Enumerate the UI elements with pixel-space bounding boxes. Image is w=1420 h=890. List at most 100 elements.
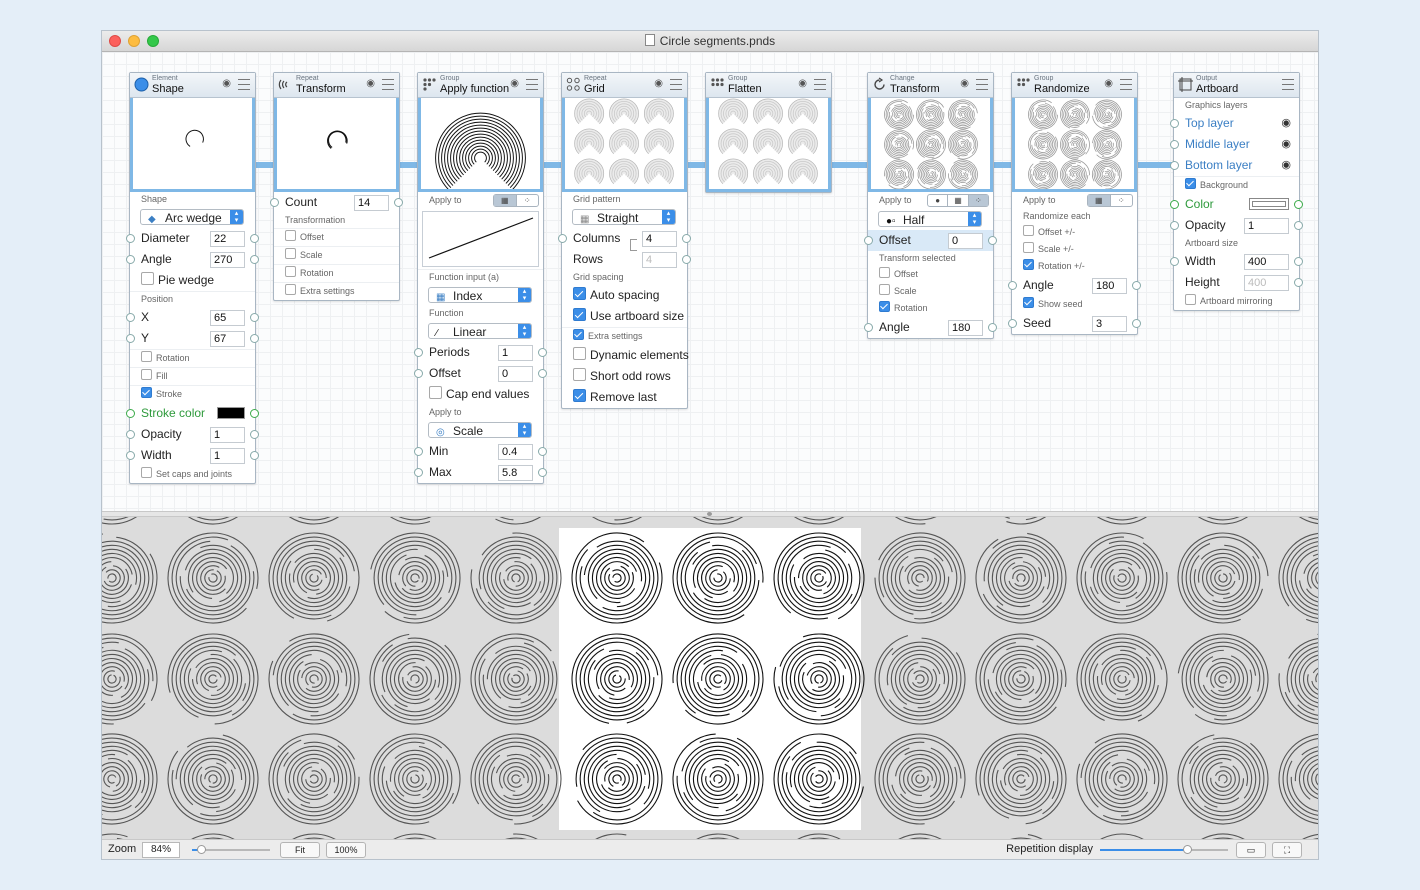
count-field[interactable]: 14	[354, 195, 389, 211]
show-seed-checkbox[interactable]	[1023, 297, 1034, 308]
background-checkbox[interactable]	[1185, 178, 1196, 189]
angle-field[interactable]: 180	[948, 320, 983, 336]
eye-icon[interactable]: ◉	[510, 78, 519, 89]
menu-icon[interactable]	[1282, 79, 1294, 90]
caps-checkbox[interactable]	[141, 467, 152, 478]
input-port[interactable]	[126, 334, 135, 343]
apply-to-segmented[interactable]: ▦ ⁘	[1087, 194, 1133, 207]
rows-field[interactable]: 4	[642, 252, 677, 268]
fill-checkbox[interactable]	[141, 369, 152, 380]
min-field[interactable]: 0.4	[498, 444, 533, 460]
periods-field[interactable]: 1	[498, 345, 533, 361]
auto-spacing-row[interactable]: Auto spacing	[562, 285, 687, 306]
r-rotation-row[interactable]: Rotation +/-	[1012, 258, 1137, 275]
r-scale-checkbox[interactable]	[1023, 242, 1034, 253]
short-odd-checkbox[interactable]	[573, 368, 586, 381]
extra-settings-row[interactable]: Extra settings	[562, 327, 687, 345]
output-port[interactable]	[1132, 319, 1141, 328]
node-apply-function[interactable]: Group Apply function ◉ Apply to ▦ ⁘ Functi…	[414, 72, 547, 484]
apply-to-segmented[interactable]: ▦ ⁘	[493, 194, 539, 207]
input-port[interactable]	[126, 409, 135, 418]
output-port[interactable]	[250, 334, 259, 343]
output-port[interactable]	[1294, 221, 1303, 230]
fullscreen-icon[interactable]: ⛶	[1272, 842, 1302, 858]
preview-canvas[interactable]	[102, 517, 1318, 839]
fit-button[interactable]: Fit	[280, 842, 320, 858]
angle-field[interactable]: 180	[1092, 278, 1127, 294]
repetition-slider-knob[interactable]	[1183, 845, 1193, 854]
eye-icon[interactable]: ◉	[1281, 155, 1291, 176]
input-port[interactable]	[1170, 119, 1179, 128]
rotation-row[interactable]: Rotation	[130, 349, 255, 367]
offset-row[interactable]: Offset	[274, 228, 399, 246]
mirroring-row[interactable]: Artboard mirroring	[1174, 293, 1299, 310]
input-port[interactable]	[126, 255, 135, 264]
function-input-select[interactable]: ▦ Index ▴ ▾	[428, 287, 532, 303]
show-seed-row[interactable]: Show seed	[1012, 296, 1137, 313]
stroke-color-swatch[interactable]	[217, 407, 245, 419]
eye-icon[interactable]: ◉	[798, 78, 807, 89]
middle-layer-row[interactable]: Middle layer ◉	[1170, 134, 1299, 155]
repetition-slider[interactable]	[1100, 845, 1228, 854]
input-port[interactable]	[864, 323, 873, 332]
node-header[interactable]: Output Artboard	[1174, 73, 1299, 98]
r-offset-checkbox[interactable]	[1023, 225, 1034, 236]
input-port[interactable]	[558, 234, 567, 243]
r-rotation-checkbox[interactable]	[1023, 259, 1034, 270]
output-port[interactable]	[538, 348, 547, 357]
scale-row[interactable]: Scale	[274, 246, 399, 264]
function-select[interactable]: ∕ Linear ▴ ▾	[428, 323, 532, 339]
menu-icon[interactable]	[382, 79, 394, 90]
eye-icon[interactable]: ◉	[366, 78, 375, 89]
eye-icon[interactable]: ◉	[1104, 78, 1113, 89]
extra-settings-checkbox[interactable]	[285, 284, 296, 295]
remove-last-row[interactable]: Remove last	[562, 387, 687, 408]
max-field[interactable]: 5.8	[498, 465, 533, 481]
input-port[interactable]	[414, 447, 423, 456]
grid-icon[interactable]: ▦	[494, 195, 516, 206]
zoom-field[interactable]: 84%	[142, 842, 180, 858]
input-port[interactable]	[414, 348, 423, 357]
output-port[interactable]	[250, 430, 259, 439]
t-scale-checkbox[interactable]	[879, 284, 890, 295]
offset-checkbox[interactable]	[285, 230, 296, 241]
eye-icon[interactable]: ◉	[654, 78, 663, 89]
artboard-size-row[interactable]: Use artboard size	[562, 306, 687, 327]
output-port[interactable]	[250, 234, 259, 243]
cap-end-row[interactable]: Cap end values	[418, 384, 543, 405]
eye-icon[interactable]: ◉	[222, 78, 231, 89]
columns-field[interactable]: 4	[630, 231, 677, 251]
width-field[interactable]: 400	[1244, 254, 1289, 270]
seed-field[interactable]: 3	[1092, 316, 1127, 332]
menu-icon[interactable]	[670, 79, 682, 90]
diameter-field[interactable]: 22	[210, 231, 245, 247]
shape-select[interactable]: ◆ Arc wedge ▴ ▾	[140, 209, 244, 225]
apply-to-segmented[interactable]: ● ▦ ⁘	[927, 194, 989, 207]
input-port[interactable]	[1170, 161, 1179, 170]
output-port[interactable]	[1294, 257, 1303, 266]
short-odd-row[interactable]: Short odd rows	[562, 366, 687, 387]
mode-select[interactable]: ●▫ Half ▴ ▾	[878, 211, 982, 227]
stroke-row[interactable]: Stroke	[130, 385, 255, 403]
eye-icon[interactable]: ◉	[1281, 134, 1291, 155]
r-offset-row[interactable]: Offset +/-	[1012, 224, 1137, 241]
input-port[interactable]	[1008, 319, 1017, 328]
output-port[interactable]	[988, 236, 997, 245]
rotation-checkbox[interactable]	[141, 351, 152, 362]
opacity-field[interactable]: 1	[210, 427, 245, 443]
caps-row[interactable]: Set caps and joints	[130, 466, 255, 483]
input-port[interactable]	[864, 236, 873, 245]
input-port[interactable]	[126, 430, 135, 439]
opacity-field[interactable]: 1	[1244, 218, 1289, 234]
node-header[interactable]: Repeat Grid ◉	[562, 73, 687, 98]
output-port[interactable]	[538, 447, 547, 456]
output-port[interactable]	[1294, 200, 1303, 209]
apply-to-select[interactable]: ◎ Scale ▴ ▾	[428, 422, 532, 438]
height-field[interactable]: 400	[1244, 275, 1289, 291]
fill-row[interactable]: Fill	[130, 367, 255, 385]
pie-wedge-row[interactable]: Pie wedge	[130, 270, 255, 291]
output-port[interactable]	[1294, 278, 1303, 287]
extra-settings-checkbox[interactable]	[573, 329, 584, 340]
node-header[interactable]: Group Randomize ◉	[1012, 73, 1137, 98]
node-grid[interactable]: Repeat Grid ◉ Grid pattern ▦ Straight ▴ ▾ C…	[558, 72, 691, 409]
